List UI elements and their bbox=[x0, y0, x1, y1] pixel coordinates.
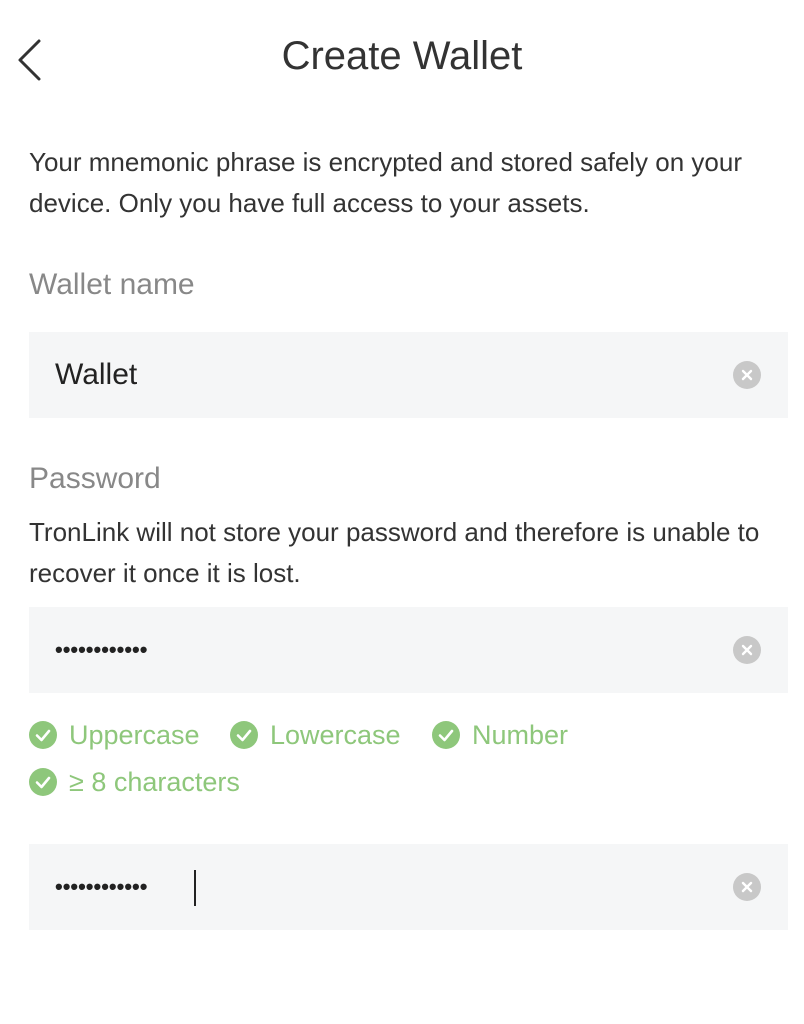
wallet-name-input[interactable] bbox=[55, 332, 735, 418]
password-note: TronLink will not store your password an… bbox=[29, 517, 760, 588]
password-field bbox=[29, 607, 788, 693]
rule-label: Uppercase bbox=[69, 719, 200, 750]
password-label: Password bbox=[29, 462, 161, 495]
wallet-name-label: Wallet name bbox=[29, 268, 195, 301]
confirm-password-input[interactable] bbox=[55, 844, 735, 930]
page-title: Create Wallet bbox=[281, 34, 523, 78]
header: Create Wallet bbox=[0, 0, 804, 115]
rule-label: Lowercase bbox=[270, 719, 401, 750]
check-circle-icon bbox=[432, 721, 460, 749]
check-circle-icon bbox=[29, 768, 57, 796]
check-circle-icon bbox=[29, 721, 57, 749]
clear-circle-icon bbox=[741, 369, 753, 381]
wallet-name-field bbox=[29, 332, 788, 418]
check-circle-icon bbox=[230, 721, 258, 749]
clear-circle-icon bbox=[741, 881, 753, 893]
password-clear-button[interactable] bbox=[733, 636, 761, 664]
rule-label: Number bbox=[472, 719, 569, 750]
wallet-name-clear-button[interactable] bbox=[733, 361, 761, 389]
intro-text: Your mnemonic phrase is encrypted and st… bbox=[29, 147, 742, 218]
rule-label: ≥ 8 characters bbox=[69, 766, 240, 797]
rule-number: Number bbox=[432, 715, 568, 755]
rule-uppercase: Uppercase bbox=[29, 715, 200, 755]
text-caret bbox=[194, 870, 196, 906]
rule-lowercase: Lowercase bbox=[230, 715, 401, 755]
confirm-password-field bbox=[29, 844, 788, 930]
rule-min-length: ≥ 8 characters bbox=[29, 762, 240, 802]
clear-circle-icon bbox=[741, 644, 753, 656]
confirm-password-clear-button[interactable] bbox=[733, 873, 761, 901]
password-input[interactable] bbox=[55, 607, 735, 693]
